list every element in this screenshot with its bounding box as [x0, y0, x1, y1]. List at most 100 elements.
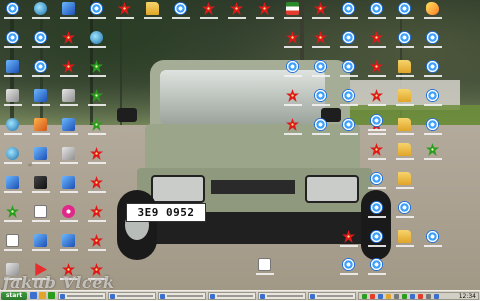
- desktop-icon[interactable]: [336, 89, 362, 111]
- desktop-icon[interactable]: [0, 234, 26, 256]
- desktop-icon[interactable]: [28, 118, 54, 140]
- desktop-icon[interactable]: [336, 2, 362, 24]
- desktop-icon[interactable]: [28, 147, 54, 169]
- desktop-icon[interactable]: [364, 2, 390, 24]
- desktop-icon[interactable]: [280, 31, 306, 53]
- desktop-icon[interactable]: [56, 147, 82, 169]
- desktop-icon[interactable]: [56, 89, 82, 111]
- desktop-icon[interactable]: [420, 230, 446, 252]
- desktop-icon[interactable]: [28, 31, 54, 53]
- desktop-icon[interactable]: [336, 230, 362, 252]
- desktop-icon[interactable]: [84, 234, 110, 256]
- tray-messenger-icon[interactable]: [410, 294, 415, 299]
- desktop-icon[interactable]: [364, 114, 390, 136]
- desktop-icon[interactable]: [392, 31, 418, 53]
- desktop-icon[interactable]: [28, 60, 54, 82]
- desktop-icon[interactable]: [140, 2, 166, 24]
- desktop-icon[interactable]: [112, 2, 138, 24]
- desktop-icon[interactable]: [420, 31, 446, 53]
- desktop-icon[interactable]: [0, 205, 26, 227]
- desktop-icon[interactable]: [28, 2, 54, 24]
- desktop-icon[interactable]: [0, 147, 26, 169]
- desktop-icon[interactable]: [308, 89, 334, 111]
- tray-update-icon[interactable]: [402, 294, 407, 299]
- taskbar-window-button[interactable]: [158, 292, 206, 300]
- desktop-icon[interactable]: [56, 176, 82, 198]
- tray-antivirus-icon[interactable]: [370, 294, 375, 299]
- tray-volume-icon[interactable]: [394, 294, 399, 299]
- desktop-icon[interactable]: [364, 89, 390, 111]
- desktop-icon[interactable]: [392, 172, 418, 194]
- desktop-icon[interactable]: [0, 2, 26, 24]
- desktop-icon[interactable]: [84, 205, 110, 227]
- desktop-icon[interactable]: [336, 31, 362, 53]
- desktop-icon[interactable]: [392, 143, 418, 165]
- desktop-icon[interactable]: [336, 60, 362, 82]
- desktop-icon[interactable]: [196, 2, 222, 24]
- desktop-icon[interactable]: [420, 143, 446, 165]
- desktop-icon[interactable]: [392, 60, 418, 82]
- desktop-icon[interactable]: [308, 31, 334, 53]
- desktop-icon[interactable]: [364, 31, 390, 53]
- quicklaunch-app-icon[interactable]: [48, 292, 55, 299]
- desktop-icon[interactable]: [0, 60, 26, 82]
- desktop-icon[interactable]: [0, 176, 26, 198]
- tray-folder-icon[interactable]: [386, 294, 391, 299]
- tray-network-icon[interactable]: [362, 294, 367, 299]
- desktop-icon[interactable]: [280, 2, 306, 24]
- desktop-icon[interactable]: [28, 89, 54, 111]
- desktop-icon[interactable]: [420, 118, 446, 140]
- taskbar-window-button[interactable]: [258, 292, 306, 300]
- taskbar-window-button[interactable]: [208, 292, 256, 300]
- desktop-icon[interactable]: [252, 2, 278, 24]
- desktop-icon[interactable]: [420, 2, 446, 24]
- desktop-icon[interactable]: [280, 60, 306, 82]
- taskbar-window-button[interactable]: [308, 292, 356, 300]
- desktop-icon[interactable]: [56, 118, 82, 140]
- quicklaunch-ie-icon[interactable]: [30, 292, 37, 299]
- desktop-icon[interactable]: [56, 205, 82, 227]
- desktop-icon[interactable]: [364, 258, 390, 280]
- desktop-icon[interactable]: [280, 118, 306, 140]
- desktop-icon[interactable]: [56, 60, 82, 82]
- desktop-icon[interactable]: [308, 118, 334, 140]
- desktop-icon[interactable]: [56, 234, 82, 256]
- taskbar-window-button[interactable]: [58, 292, 106, 300]
- taskbar-window-button[interactable]: [108, 292, 156, 300]
- quicklaunch-folder-icon[interactable]: [39, 292, 46, 299]
- desktop-icon[interactable]: [84, 118, 110, 140]
- desktop-icon[interactable]: [84, 31, 110, 53]
- desktop-icon[interactable]: [84, 2, 110, 24]
- desktop-icon[interactable]: [0, 31, 26, 53]
- desktop-icon[interactable]: [420, 60, 446, 82]
- desktop-icon[interactable]: [364, 172, 390, 194]
- desktop-icon[interactable]: [28, 176, 54, 198]
- desktop-icon[interactable]: [0, 89, 26, 111]
- tray-app-icon[interactable]: [378, 294, 383, 299]
- desktop-icon[interactable]: [28, 205, 54, 227]
- desktop-icon[interactable]: [420, 89, 446, 111]
- tray-device-icon[interactable]: [426, 294, 431, 299]
- desktop-icon[interactable]: [364, 201, 390, 223]
- desktop-icon[interactable]: [224, 2, 250, 24]
- desktop-icon[interactable]: [364, 230, 390, 252]
- desktop-icon[interactable]: [392, 201, 418, 223]
- desktop-icon[interactable]: [84, 60, 110, 82]
- desktop-icon[interactable]: [392, 118, 418, 140]
- tray-alert-icon[interactable]: [418, 294, 423, 299]
- desktop-icon[interactable]: [364, 60, 390, 82]
- desktop-icon[interactable]: [84, 89, 110, 111]
- desktop-icon[interactable]: [28, 234, 54, 256]
- desktop-icon[interactable]: [364, 143, 390, 165]
- desktop-icon[interactable]: [56, 2, 82, 24]
- desktop-icon[interactable]: [168, 2, 194, 24]
- desktop-icon[interactable]: [392, 230, 418, 252]
- start-button[interactable]: start: [1, 292, 27, 300]
- tray-language-icon[interactable]: [434, 294, 439, 299]
- desktop-icon[interactable]: [392, 89, 418, 111]
- desktop-icon[interactable]: [308, 60, 334, 82]
- desktop-icon[interactable]: [392, 2, 418, 24]
- desktop-icon[interactable]: [0, 118, 26, 140]
- desktop-icon[interactable]: [84, 176, 110, 198]
- desktop-icon[interactable]: [336, 118, 362, 140]
